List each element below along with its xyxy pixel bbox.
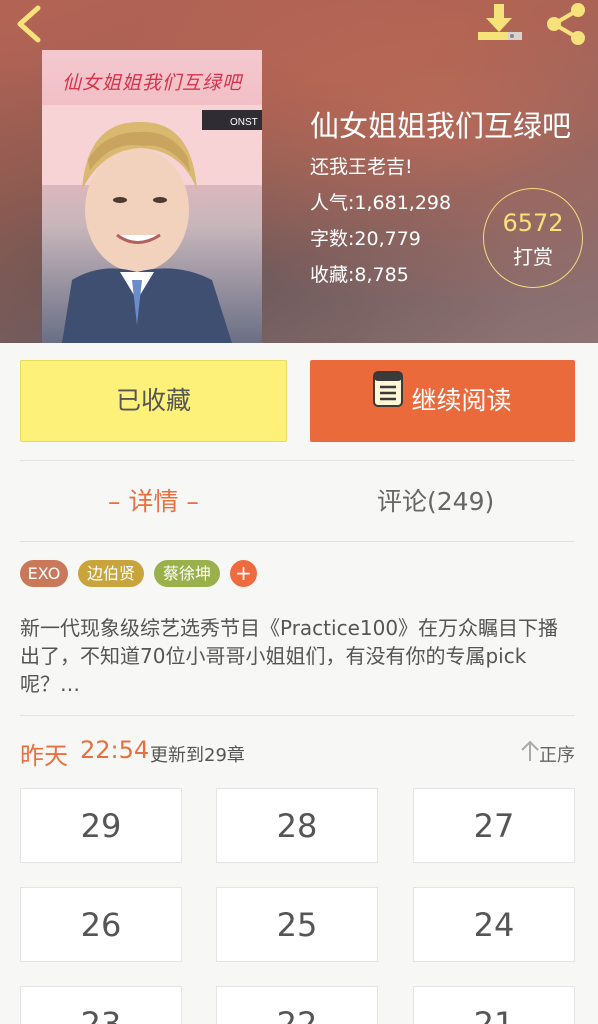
add-tag-button[interactable]: + — [230, 560, 257, 587]
tag-bian-boxian[interactable]: 边伯贤 — [78, 560, 144, 587]
update-text: 更新到29章 — [150, 745, 245, 766]
chapter-tile[interactable]: 21 — [413, 986, 575, 1024]
author-name[interactable]: 还我王老吉! — [310, 152, 413, 179]
favorites-value: 8,785 — [354, 264, 409, 286]
book-description[interactable]: 新一代现象级综艺选秀节目《Practice100》在万众瞩目下播出了，不知道70… — [20, 614, 578, 698]
chapter-tile[interactable]: 29 — [20, 788, 182, 863]
tag-exo[interactable]: EXO — [20, 560, 68, 587]
cover-title: 仙女姐姐我们互绿吧 — [61, 72, 242, 94]
share-button[interactable] — [542, 2, 590, 46]
tab-details[interactable]: – 详情 – — [108, 482, 199, 518]
tip-count: 6572 — [502, 209, 564, 237]
back-button[interactable] — [12, 4, 48, 44]
favorited-button[interactable]: 已收藏 — [20, 360, 287, 442]
share-icon — [547, 3, 585, 45]
chapter-tile[interactable]: 22 — [216, 986, 378, 1024]
divider — [20, 541, 575, 542]
continue-reading-label: 继续阅读 — [411, 386, 512, 415]
continue-reading-button[interactable]: 继续阅读 — [310, 360, 575, 442]
update-info: 昨天 22:54 更新到29章 正序 — [20, 736, 575, 770]
svg-text:ONST: ONST — [230, 117, 258, 128]
chapter-tile[interactable]: 23 — [20, 986, 182, 1024]
sort-arrow-icon[interactable] — [521, 740, 539, 766]
tag-cai-xukun[interactable]: 蔡徐坤 — [154, 560, 220, 587]
book-cover[interactable]: ONST 仙女姐姐我们互绿吧 — [42, 50, 262, 343]
book-title: 仙女姐姐我们互绿吧 — [310, 109, 572, 143]
chapter-tile[interactable]: 25 — [216, 887, 378, 962]
word-count-stat: 字数:20,779 — [310, 224, 421, 251]
tip-button[interactable]: 6572 打赏 — [483, 188, 583, 288]
favorites-stat: 收藏:8,785 — [310, 260, 409, 287]
word-count-value: 20,779 — [354, 228, 421, 250]
chapter-tile[interactable]: 28 — [216, 788, 378, 863]
back-arrow-icon — [17, 5, 41, 43]
update-time: 22:54 — [80, 736, 150, 764]
chapter-tile[interactable]: 24 — [413, 887, 575, 962]
chapter-tile[interactable]: 26 — [20, 887, 182, 962]
popularity-label: 人气: — [310, 192, 355, 214]
favorites-label: 收藏: — [310, 264, 355, 286]
sort-order-button[interactable]: 正序 — [539, 741, 575, 767]
word-count-label: 字数: — [310, 228, 355, 250]
divider — [20, 460, 575, 461]
popularity-value: 1,681,298 — [354, 192, 452, 214]
update-day: 昨天 — [20, 742, 68, 770]
divider — [20, 715, 575, 716]
tip-label: 打赏 — [513, 245, 553, 269]
download-button[interactable] — [476, 2, 524, 46]
tab-comments[interactable]: 评论(249) — [377, 482, 494, 518]
book-icon — [373, 358, 404, 440]
download-icon — [478, 4, 522, 40]
chapter-tile[interactable]: 27 — [413, 788, 575, 863]
popularity-stat: 人气:1,681,298 — [310, 188, 451, 215]
